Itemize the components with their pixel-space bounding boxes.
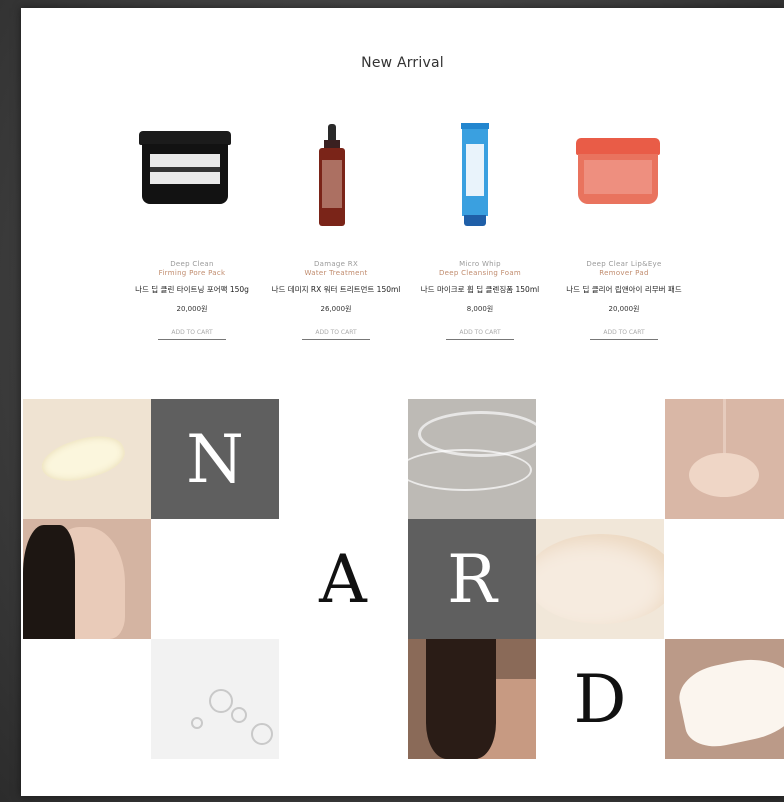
add-to-cart-button[interactable]: ADD TO CART [590, 329, 658, 340]
brand-mosaic: N A R D [21, 399, 784, 765]
product-card[interactable]: Deep Clean Firming Pore Pack 나드 딥 클린 타이트… [122, 108, 262, 340]
product-image[interactable] [122, 108, 262, 238]
product-list: Deep Clean Firming Pore Pack 나드 딥 클린 타이트… [21, 108, 784, 368]
serum-drop-image [665, 399, 784, 519]
product-card[interactable]: Micro Whip Deep Cleansing Foam 나드 마이크로 휩… [410, 108, 550, 340]
product-card[interactable]: Deep Clear Lip&Eye Remover Pad 나드 딥 클리어 … [554, 108, 694, 340]
page: New Arrival Deep Clean Firming Pore Pack… [21, 8, 784, 796]
product-price: 26,000원 [320, 305, 352, 313]
brand-letter-a: A [279, 519, 407, 639]
product-name-kr[interactable]: 나드 딥 클린 타이트닝 포어팩 150g [122, 284, 262, 295]
cream-texture-image [23, 399, 151, 519]
product-name-en: Deep Clear Lip&Eye Remover Pad [586, 260, 662, 277]
blank-tile [279, 639, 407, 759]
brand-letter-r: R [408, 519, 536, 639]
product-name-kr[interactable]: 나드 데미지 RX 워터 트리트먼트 150ml [266, 284, 406, 295]
product-price: 20,000원 [176, 305, 208, 313]
brand-letter-n: N [151, 399, 279, 519]
product-price: 20,000원 [608, 305, 640, 313]
balm-texture-image [665, 639, 784, 759]
blank-tile [151, 519, 279, 639]
cream-swirl-image [536, 519, 664, 639]
blank-tile [665, 519, 784, 639]
water-texture-image [408, 399, 536, 519]
product-name-kr[interactable]: 나드 딥 클리어 립앤아이 리무버 패드 [554, 284, 694, 295]
add-to-cart-button[interactable]: ADD TO CART [302, 329, 370, 340]
product-price: 8,000원 [466, 305, 494, 313]
product-name-en: Micro Whip Deep Cleansing Foam [438, 260, 522, 277]
add-to-cart-button[interactable]: ADD TO CART [446, 329, 514, 340]
product-name-kr[interactable]: 나드 마이크로 휩 딥 클렌징폼 150ml [410, 284, 550, 295]
product-image[interactable] [410, 108, 550, 238]
model-portrait-image [23, 519, 151, 639]
wet-hair-image [408, 639, 536, 759]
product-image[interactable] [266, 108, 406, 238]
blank-tile [536, 399, 664, 519]
product-image[interactable] [554, 108, 694, 238]
product-card[interactable]: Damage RX Water Treatment 나드 데미지 RX 워터 트… [266, 108, 406, 340]
section-title: New Arrival [361, 55, 444, 71]
blank-tile [279, 399, 407, 519]
brand-letter-d: D [536, 639, 664, 759]
blank-tile [23, 639, 151, 759]
product-name-en: Damage RX Water Treatment [304, 260, 368, 277]
add-to-cart-button[interactable]: ADD TO CART [158, 329, 226, 340]
product-name-en: Deep Clean Firming Pore Pack [158, 260, 226, 277]
gel-bubbles-image [151, 639, 279, 759]
